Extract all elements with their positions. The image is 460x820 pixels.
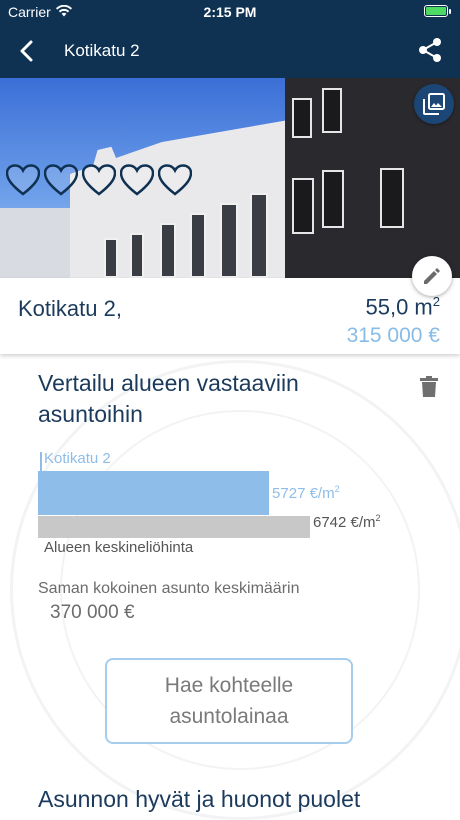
chevron-left-icon xyxy=(20,40,33,62)
property-photo[interactable] xyxy=(0,78,460,278)
listing-price: 315 000 € xyxy=(346,324,440,347)
edit-button[interactable] xyxy=(412,256,452,296)
clock: 2:15 PM xyxy=(203,4,257,20)
delete-button[interactable] xyxy=(420,376,442,400)
window xyxy=(380,168,404,228)
top-bar: Carrier 2:15 PM Kotikatu 2 xyxy=(0,0,460,78)
category-label: Kotikatu 2 xyxy=(44,450,111,467)
loan-button-line1: Hae kohteelle xyxy=(164,674,294,697)
window xyxy=(104,238,118,278)
window xyxy=(292,98,312,138)
heart-icon[interactable] xyxy=(82,164,116,198)
window xyxy=(160,223,176,278)
category-label: Alueen keskineliöhinta xyxy=(44,539,194,556)
bar-area-average xyxy=(38,516,310,538)
pros-cons-title: Asunnon hyvät ja huonot puolet xyxy=(38,786,361,812)
apply-loan-button[interactable]: Hae kohteelle asuntolainaa xyxy=(105,658,353,744)
value-label: 5727 €/m2 xyxy=(272,484,340,502)
window xyxy=(220,203,238,278)
nav-bar: Kotikatu 2 xyxy=(0,24,460,78)
listing-address: Kotikatu 2, xyxy=(18,296,122,321)
heart-icon[interactable] xyxy=(6,164,40,198)
status-bar: Carrier 2:15 PM xyxy=(0,0,460,24)
average-value: 370 000 € xyxy=(50,602,135,623)
value-label: 6742 €/m2 xyxy=(313,513,381,531)
comparison-title: Vertailu alueen vastaaviin asuntoihin xyxy=(38,370,299,427)
pencil-icon xyxy=(424,268,440,284)
share-icon xyxy=(419,38,441,62)
favorite-rating[interactable] xyxy=(6,164,192,200)
listing-summary: Kotikatu 2, 55,0 m2 315 000 € xyxy=(0,278,460,354)
trash-icon xyxy=(420,376,438,397)
photo-gallery-button[interactable] xyxy=(414,84,454,124)
heart-icon[interactable] xyxy=(44,164,78,198)
window xyxy=(250,193,268,278)
window xyxy=(322,88,342,133)
heart-icon[interactable] xyxy=(120,164,154,198)
window xyxy=(130,233,144,278)
photo-library-icon xyxy=(423,93,445,115)
price-comparison-chart: Kotikatu 2 5727 €/m2 6742 €/m2 Alueen ke… xyxy=(38,450,438,562)
average-label: Saman kokoinen asunto keskimäärin xyxy=(38,580,300,597)
bar-kotikatu xyxy=(38,471,270,515)
heart-icon[interactable] xyxy=(158,164,192,198)
building-far xyxy=(0,208,80,278)
window xyxy=(292,178,314,234)
share-button[interactable] xyxy=(418,37,442,63)
page-title: Kotikatu 2 xyxy=(64,41,140,60)
back-button[interactable] xyxy=(12,36,42,66)
loan-button-line2: asuntolainaa xyxy=(169,705,289,728)
battery-icon xyxy=(424,5,451,17)
listing-area: 55,0 m2 xyxy=(365,294,441,320)
window xyxy=(322,170,344,228)
window xyxy=(190,213,206,278)
